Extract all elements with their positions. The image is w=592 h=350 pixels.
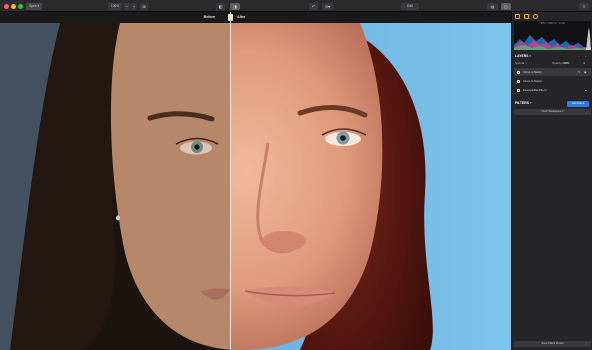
sidebar-toggle-button[interactable]: ▤ xyxy=(487,2,498,10)
before-label: Before xyxy=(203,15,215,19)
eye-icon[interactable]: ◉ xyxy=(584,68,586,76)
layer-type-icon xyxy=(517,88,520,92)
histogram-graph xyxy=(514,27,591,50)
open-label: Open ▾ xyxy=(28,3,40,8)
metadata-tab-icon[interactable] xyxy=(533,13,538,19)
compare-view-icon: ◧ xyxy=(218,3,223,9)
blend-mode-select[interactable]: Normal ◇ xyxy=(515,61,527,65)
layer-type-icon xyxy=(517,70,520,74)
layers-remove-button[interactable]: − xyxy=(578,54,580,58)
window-minimize-button[interactable] xyxy=(11,3,16,9)
layers-title: LAYERS xyxy=(515,54,529,58)
panels-toggle-button[interactable]: ◫ xyxy=(501,2,511,10)
zoom-in-button[interactable]: + xyxy=(131,2,137,10)
filters-header[interactable]: FILTERS ▾ xyxy=(515,101,532,105)
workspace-select[interactable]: Clear Workspace ▾ xyxy=(514,109,591,115)
opacity-control[interactable]: Opacity 100% xyxy=(552,61,569,65)
compare-divider-handle[interactable] xyxy=(228,14,233,21)
title-toolbar: Open ▾ 100% − + ⊞ ◧ ◨ ↶ ⊙▾ Edit ▤ ◫ ⇪ xyxy=(0,0,592,12)
compare-view-button[interactable]: ◧ xyxy=(216,2,225,10)
zoom-in-icon: + xyxy=(132,3,136,9)
zoom-select[interactable]: 100% xyxy=(108,2,122,10)
layer-name: Clone & Stamp xyxy=(523,70,542,74)
zoom-level: 100% xyxy=(110,3,120,8)
filters-title: FILTERS xyxy=(515,101,529,105)
lock-icon: 🔒︎ xyxy=(585,88,587,92)
after-label: After xyxy=(237,15,246,19)
layers-add-button[interactable]: + xyxy=(585,54,587,58)
edit-button[interactable]: Edit xyxy=(401,2,419,10)
edit-label: Edit xyxy=(407,3,413,8)
add-filters-button[interactable]: Add Filters xyxy=(567,101,589,107)
filters-chevron-icon: ▾ xyxy=(529,101,532,105)
portrait-photo xyxy=(0,23,511,350)
panels-icon: ◫ xyxy=(504,3,508,9)
opacity-label: Opacity xyxy=(552,61,562,65)
split-view-icon: ◨ xyxy=(233,3,237,9)
zoom-out-icon: − xyxy=(125,3,129,9)
sidebar-icon: ▤ xyxy=(490,3,495,9)
fit-button[interactable]: ⊞ xyxy=(140,2,148,10)
image-canvas[interactable]: Before After xyxy=(0,12,511,350)
compare-divider[interactable] xyxy=(230,12,231,350)
split-view-button[interactable]: ◨ xyxy=(230,2,240,10)
info-tab-icon[interactable] xyxy=(524,13,529,19)
layer-name: Clone & Stamp xyxy=(523,79,542,83)
layers-header[interactable]: LAYERS ▾ xyxy=(515,54,531,58)
histogram-caption: 3471 × 4901 px · 16 bit xyxy=(540,22,565,25)
undo-button[interactable]: ↶ xyxy=(309,2,318,10)
window-maximize-button[interactable] xyxy=(18,3,23,9)
add-filters-label: Add Filters xyxy=(571,102,585,105)
layers-chevron-icon: ▾ xyxy=(529,54,532,58)
layer-item[interactable]: ExampleBackfile.tif 🔒︎ xyxy=(514,86,591,94)
save-filters-preset-button[interactable]: Save Filters Preset xyxy=(514,341,591,347)
brush-icon[interactable]: ✎ xyxy=(578,68,580,76)
side-panel: 3471 × 4901 px · 16 bit LAYERS ▾ − + Nor… xyxy=(511,12,592,350)
opacity-value: 100% xyxy=(562,61,570,65)
export-icon: ⇪ xyxy=(582,3,586,9)
zoom-out-button[interactable]: − xyxy=(124,2,130,10)
layer-item[interactable]: Clone & Stamp ✎ ◉ xyxy=(514,68,591,76)
compare-header: Before After xyxy=(0,12,511,23)
layer-name: ExampleBackfile.tif xyxy=(523,88,547,92)
blend-mode-chevron-icon: ◇ xyxy=(524,61,527,65)
export-button[interactable]: ⇪ xyxy=(579,2,589,10)
history-icon: ⊙▾ xyxy=(324,3,331,9)
panel-tabs xyxy=(512,12,592,20)
workspace-label: Clear Workspace ▾ xyxy=(541,110,564,113)
history-button[interactable]: ⊙▾ xyxy=(322,2,333,10)
layer-settings-icon[interactable]: ⚙ xyxy=(583,61,586,65)
fit-icon: ⊞ xyxy=(142,3,146,9)
blend-mode-label: Normal xyxy=(515,61,525,65)
layer-item[interactable]: Clone & Stamp xyxy=(514,77,591,85)
histogram-tab-icon[interactable] xyxy=(515,13,520,19)
histogram: 3471 × 4901 px · 16 bit xyxy=(514,21,591,50)
save-preset-label: Save Filters Preset xyxy=(541,342,564,345)
layer-type-icon xyxy=(517,79,520,83)
undo-icon: ↶ xyxy=(311,3,316,9)
open-button[interactable]: Open ▾ xyxy=(26,2,42,10)
window-close-button[interactable] xyxy=(4,3,9,9)
